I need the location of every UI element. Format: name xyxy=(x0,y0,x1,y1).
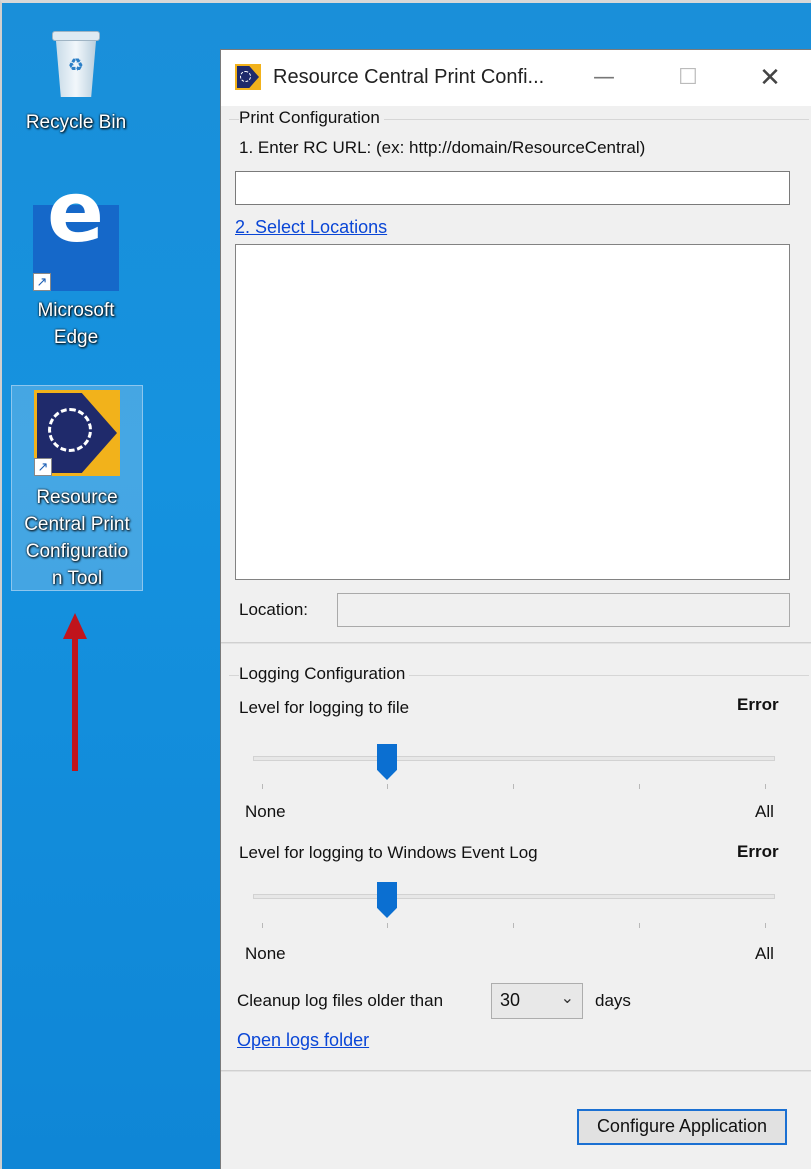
cleanup-days-select[interactable]: 30 ⌄ xyxy=(491,983,583,1019)
annotation-arrow xyxy=(63,613,87,771)
close-button[interactable]: ✕ xyxy=(747,60,793,96)
rc-url-input[interactable] xyxy=(235,171,790,205)
select-locations-link[interactable]: 2. Select Locations xyxy=(235,217,387,238)
slider-tick xyxy=(639,784,640,789)
app-icon xyxy=(235,64,261,90)
maximize-button[interactable]: ☐ xyxy=(665,60,711,96)
slider-tick xyxy=(765,923,766,928)
file-level-label: Level for logging to file xyxy=(239,698,410,717)
desktop: ♻ Recycle Bin e ↗ Microsoft Edge ↗ Resou… xyxy=(0,0,811,1169)
slider-track xyxy=(253,756,775,761)
rc-app-icon: ↗ xyxy=(34,390,120,476)
slider-thumb[interactable] xyxy=(377,882,397,918)
edge-icon: e ↗ xyxy=(33,170,119,291)
title-bar[interactable]: Resource Central Print Confi... — ☐ ✕ xyxy=(221,50,811,106)
event-level-value: Error xyxy=(737,842,779,861)
rc-label-line: n Tool xyxy=(51,568,103,589)
event-slider-min-label: None xyxy=(245,944,286,963)
edge-label-line: Microsoft xyxy=(37,300,115,321)
slider-tick xyxy=(387,923,388,928)
event-level-label: Level for logging to Windows Event Log xyxy=(239,843,538,862)
chevron-down-icon: ⌄ xyxy=(560,988,574,1007)
file-slider-min-label: None xyxy=(245,802,286,821)
recycle-bin-icon: ♻ xyxy=(48,29,104,99)
rc-label-line: Resource xyxy=(36,487,118,508)
locations-list[interactable] xyxy=(235,244,790,580)
slider-tick xyxy=(513,784,514,789)
print-config-group-label: Print Configuration xyxy=(239,108,384,128)
url-instruction: 1. Enter RC URL: (ex: http://domain/Reso… xyxy=(239,138,646,157)
slider-track xyxy=(253,894,775,899)
configure-application-button[interactable]: Configure Application xyxy=(577,1109,787,1145)
open-logs-folder-link[interactable]: Open logs folder xyxy=(237,1030,369,1051)
separator xyxy=(221,1070,811,1072)
minimize-button[interactable]: — xyxy=(581,60,627,96)
rc-print-config-shortcut[interactable]: ↗ Resource Central Print Configuratio n … xyxy=(11,385,143,591)
separator xyxy=(221,642,811,644)
edge-shortcut[interactable]: e ↗ Microsoft Edge xyxy=(10,170,142,351)
rc-label-line: Configuratio xyxy=(25,541,129,562)
cleanup-label: Cleanup log files older than xyxy=(237,991,444,1010)
slider-tick xyxy=(765,784,766,789)
file-level-value: Error xyxy=(737,695,779,714)
slider-tick xyxy=(262,923,263,928)
window-title: Resource Central Print Confi... xyxy=(273,66,545,88)
location-field[interactable] xyxy=(337,593,790,627)
file-slider-max-label: All xyxy=(755,802,774,821)
edge-label-line: Edge xyxy=(53,327,99,348)
cleanup-unit: days xyxy=(595,991,631,1010)
slider-tick xyxy=(639,923,640,928)
event-slider-max-label: All xyxy=(755,944,774,963)
shortcut-arrow-icon: ↗ xyxy=(34,458,52,476)
recycle-bin-label: Recycle Bin xyxy=(25,112,127,133)
logging-config-group-label: Logging Configuration xyxy=(239,664,410,684)
rc-label-line: Central Print xyxy=(24,514,130,535)
cleanup-days-value: 30 xyxy=(500,990,521,1010)
slider-tick xyxy=(387,784,388,789)
shortcut-arrow-icon: ↗ xyxy=(33,273,51,291)
app-window: Resource Central Print Confi... — ☐ ✕ Pr… xyxy=(220,49,811,1169)
slider-tick xyxy=(262,784,263,789)
slider-thumb[interactable] xyxy=(377,744,397,780)
location-label: Location: xyxy=(239,600,308,619)
slider-tick xyxy=(513,923,514,928)
recycle-bin-shortcut[interactable]: ♻ Recycle Bin xyxy=(10,21,142,136)
